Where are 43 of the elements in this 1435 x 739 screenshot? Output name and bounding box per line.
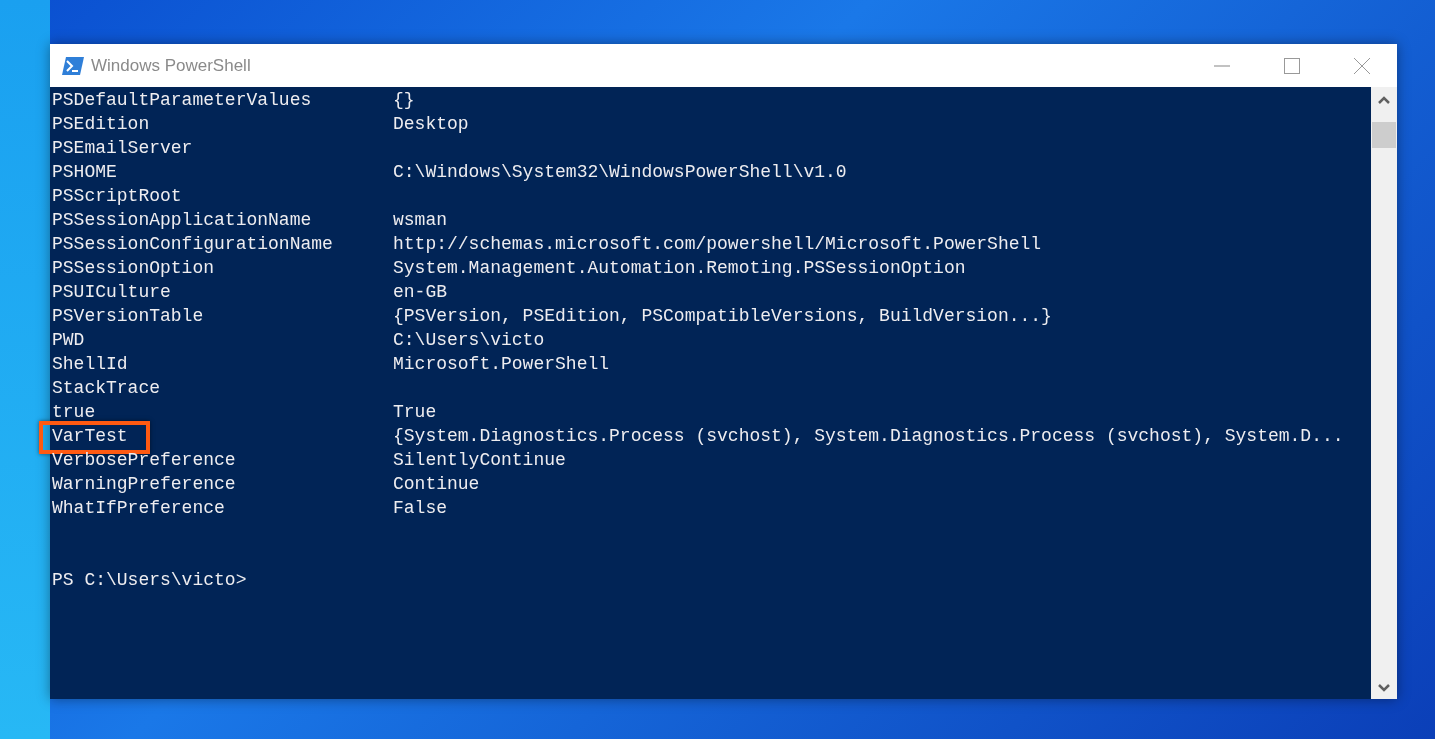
variable-name: WhatIfPreference xyxy=(52,498,225,518)
variable-name: WarningPreference xyxy=(52,474,236,494)
command-prompt: PS C:\Users\victo> xyxy=(52,570,247,590)
variable-value: en-GB xyxy=(393,281,447,304)
minimize-icon xyxy=(1214,64,1230,67)
scroll-up-icon[interactable] xyxy=(1378,96,1390,104)
variable-value: Microsoft.PowerShell xyxy=(393,353,610,376)
variable-name: PSEdition xyxy=(52,114,150,134)
variable-value: C:\Users\victo xyxy=(393,329,545,352)
powershell-icon xyxy=(62,56,84,75)
variable-value: False xyxy=(393,497,447,520)
variable-name: ShellId xyxy=(52,354,128,374)
scrollbar-thumb[interactable] xyxy=(1372,122,1396,148)
variable-value: {PSVersion, PSEdition, PSCompatibleVersions, BuildVersion...} xyxy=(393,305,1052,328)
variable-name: PSVersionTable xyxy=(52,306,204,326)
variable-name: PSUICulture xyxy=(52,282,171,302)
variable-name: VarTest xyxy=(52,426,128,446)
variable-value: Continue xyxy=(393,473,480,496)
close-icon xyxy=(1354,57,1370,74)
variable-name: PWD xyxy=(52,330,85,350)
variable-value: True xyxy=(393,401,437,424)
variable-value: System.Management.Automation.Remoting.PSSessionOption xyxy=(393,257,966,280)
window-title: Windows PowerShell xyxy=(91,54,251,77)
variable-value: C:\Windows\System32\WindowsPowerShell\v1.0 xyxy=(393,161,847,184)
variable-name: PSEmailServer xyxy=(52,138,193,158)
variable-name: true xyxy=(52,402,96,422)
variable-name: PSHOME xyxy=(52,162,117,182)
variable-value: {System.Diagnostics.Process (svchost), System.Diagnostics.Process (svchost), System.D... xyxy=(393,425,1344,448)
variable-name: PSDefaultParameterValues xyxy=(52,90,312,110)
variable-name: PSSessionConfigurationName xyxy=(52,234,333,254)
scrollbar[interactable] xyxy=(1371,87,1397,699)
variable-value: {} xyxy=(393,89,415,112)
variable-value: SilentlyContinue xyxy=(393,449,566,472)
variable-name: PSScriptRoot xyxy=(52,186,182,206)
maximize-icon xyxy=(1284,57,1300,74)
variable-value: Desktop xyxy=(393,113,469,136)
variable-name: StackTrace xyxy=(52,378,161,398)
variable-name: PSSessionOption xyxy=(52,258,215,278)
variable-value: http://schemas.microsoft.com/powershell/Microsoft.PowerShell xyxy=(393,233,1042,256)
variable-value: wsman xyxy=(393,209,447,232)
scroll-down-icon[interactable] xyxy=(1378,684,1390,692)
variable-name: PSSessionApplicationName xyxy=(52,210,312,230)
variable-name: VerbosePreference xyxy=(52,450,236,470)
